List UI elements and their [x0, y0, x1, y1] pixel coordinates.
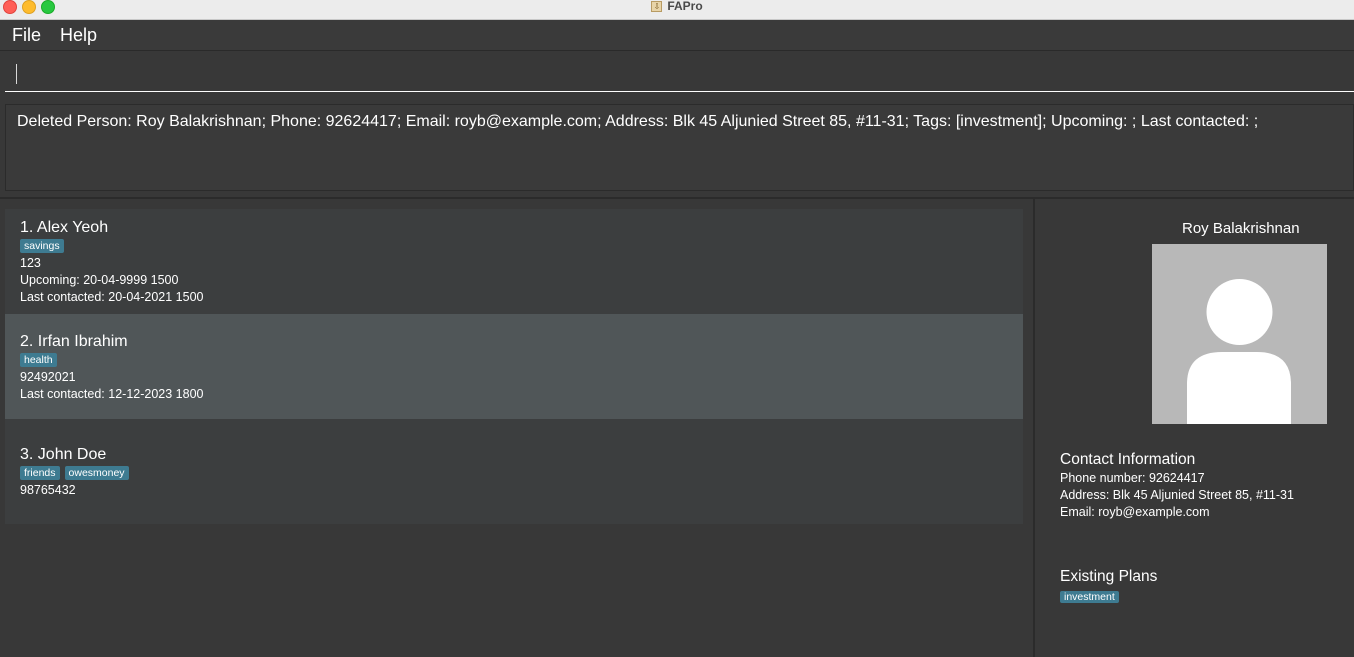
- command-input[interactable]: [5, 55, 1354, 92]
- person-phone: 123: [20, 256, 41, 270]
- person-card-john-doe[interactable]: 3. John Doe friends owesmoney 98765432: [5, 419, 1023, 524]
- person-name: 3. John Doe: [20, 446, 107, 463]
- person-tags: friends owesmoney: [20, 466, 129, 480]
- text-caret: [16, 64, 17, 84]
- vertical-divider: [1033, 199, 1035, 657]
- contact-information-title: Contact Information: [1060, 451, 1196, 468]
- person-last-contacted: Last contacted: 12-12-2023 1800: [20, 387, 204, 401]
- person-name: 2. Irfan Ibrahim: [20, 333, 128, 350]
- window-titlebar: ⇩ FAPro: [0, 0, 1354, 20]
- window-title-text: FAPro: [667, 0, 703, 13]
- tag-savings: savings: [20, 239, 64, 253]
- menu-file[interactable]: File: [12, 24, 41, 46]
- tag-owesmoney: owesmoney: [64, 466, 129, 480]
- app-icon: ⇩: [651, 0, 663, 12]
- existing-plans-title: Existing Plans: [1060, 568, 1158, 585]
- menu-bar: File Help: [0, 20, 1354, 51]
- menu-help[interactable]: Help: [60, 24, 97, 46]
- person-tags: health: [20, 353, 57, 367]
- tag-health: health: [20, 353, 57, 367]
- horizontal-divider: [0, 197, 1354, 199]
- plan-tags: investment: [1060, 587, 1119, 605]
- person-upcoming: Upcoming: 20-04-9999 1500: [20, 273, 179, 287]
- person-phone: 92492021: [20, 370, 76, 384]
- person-name: 1. Alex Yeoh: [20, 219, 109, 236]
- detail-phone: Phone number: 92624417: [1060, 471, 1205, 485]
- detail-address: Address: Blk 45 Aljunied Street 85, #11-…: [1060, 488, 1294, 502]
- detail-email: Email: royb@example.com: [1060, 505, 1210, 519]
- avatar: [1152, 244, 1327, 424]
- person-card-alex-yeoh[interactable]: 1. Alex Yeoh savings 123 Upcoming: 20-04…: [5, 209, 1023, 314]
- person-last-contacted: Last contacted: 20-04-2021 1500: [20, 290, 204, 304]
- person-silhouette-icon: [1187, 279, 1291, 424]
- detail-person-name: Roy Balakrishnan: [1182, 220, 1300, 237]
- person-card-irfan-ibrahim[interactable]: 2. Irfan Ibrahim health 92492021 Last co…: [5, 314, 1023, 419]
- tag-friends: friends: [20, 466, 60, 480]
- result-display: Deleted Person: Roy Balakrishnan; Phone:…: [5, 104, 1354, 191]
- result-text: Deleted Person: Roy Balakrishnan; Phone:…: [17, 113, 1259, 130]
- person-tags: savings: [20, 239, 64, 253]
- person-phone: 98765432: [20, 483, 76, 497]
- window-title: ⇩ FAPro: [0, 0, 1354, 12]
- plan-tag-investment: investment: [1060, 591, 1119, 603]
- person-list[interactable]: 1. Alex Yeoh savings 123 Upcoming: 20-04…: [5, 209, 1023, 629]
